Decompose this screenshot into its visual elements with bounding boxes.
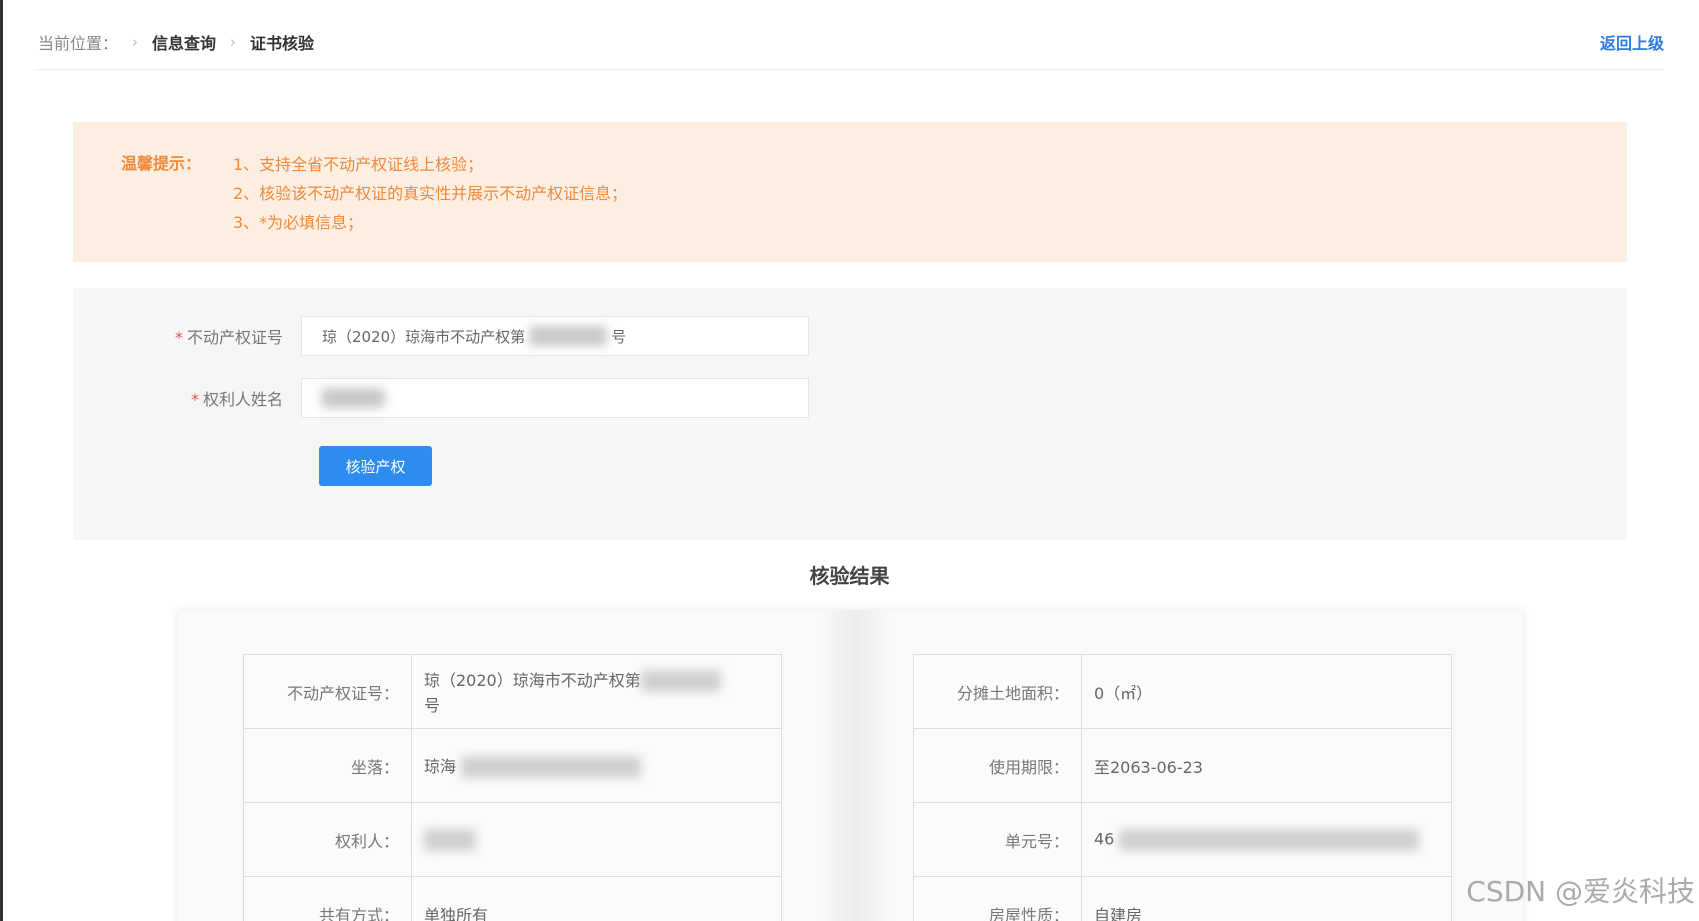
result-key: 权利人： — [243, 802, 412, 877]
cert-number-label: * 不动产权证号 — [174, 328, 283, 347]
result-value: 46 — [1081, 802, 1452, 877]
breadcrumb-item-info-query[interactable]: 信息查询 — [152, 30, 216, 54]
window-left-edge — [0, 0, 3, 921]
result-book: 不动产权证号： 琼（2020）琼海市不动产权第 号 坐落： 琼海 权利人： 共有… — [177, 610, 1523, 921]
owner-name-wrap — [301, 378, 809, 418]
result-key: 房屋性质： — [913, 876, 1082, 921]
redacted-mark — [1119, 828, 1420, 851]
chevron-right-icon: › — [132, 33, 139, 51]
breadcrumb: 当前位置： › 信息查询 › 证书核验 — [38, 30, 314, 54]
tip-line: 1、支持全省不动产权证线上核验； — [233, 155, 484, 174]
tip-line: 3、*为必填信息； — [233, 213, 364, 232]
breadcrumb-label: 当前位置： — [38, 34, 119, 53]
cert-number-input[interactable]: 琼（2020）琼海市不动产权第 号 — [301, 316, 809, 356]
cert-number-row: * 不动产权证号 琼（2020）琼海市不动产权第 号 — [73, 316, 809, 356]
result-key: 使用期限： — [913, 728, 1082, 803]
required-mark: * — [190, 390, 199, 409]
back-link[interactable]: 返回上级 — [1600, 30, 1664, 54]
result-value — [411, 802, 782, 877]
result-key: 不动产权证号： — [243, 654, 412, 729]
redacted-mark — [640, 670, 721, 693]
result-value: 琼（2020）琼海市不动产权第 号 — [411, 654, 782, 729]
redacted-mark — [321, 388, 385, 408]
redacted-mark — [461, 756, 642, 779]
tip-list: 1、支持全省不动产权证线上核验； 2、核验该不动产权证的真实性并展示不动产权证信… — [233, 150, 627, 237]
result-value: 单独所有 — [411, 876, 782, 921]
table-row: 坐落： 琼海 — [243, 728, 782, 803]
required-mark: * — [174, 328, 183, 347]
result-key: 共有方式： — [243, 876, 412, 921]
result-key: 坐落： — [243, 728, 412, 803]
table-row: 权利人： — [243, 802, 782, 877]
cert-number-wrap: 琼（2020）琼海市不动产权第 号 — [301, 316, 809, 356]
watermark: CSDN @爱炎科技 — [1466, 875, 1695, 908]
breadcrumb-bar: 当前位置： › 信息查询 › 证书核验 返回上级 — [34, 0, 1664, 70]
table-row: 使用期限： 至2063-06-23 — [913, 728, 1452, 803]
table-row: 不动产权证号： 琼（2020）琼海市不动产权第 号 — [243, 654, 782, 729]
tip-title: 温馨提示： — [121, 154, 202, 173]
result-key: 分摊土地面积： — [913, 654, 1082, 729]
owner-name-label: * 权利人姓名 — [190, 390, 283, 409]
redacted-mark — [529, 326, 608, 346]
result-value: 自建房 — [1081, 876, 1452, 921]
result-table-left: 不动产权证号： 琼（2020）琼海市不动产权第 号 坐落： 琼海 权利人： 共有… — [243, 654, 782, 921]
table-row: 分摊土地面积： 0（㎡） — [913, 654, 1452, 729]
redacted-mark — [424, 828, 476, 851]
result-table-right: 分摊土地面积： 0（㎡） 使用期限： 至2063-06-23 单元号： 46 房… — [913, 654, 1452, 921]
tip-box: 温馨提示： 1、支持全省不动产权证线上核验； 2、核验该不动产权证的真实性并展示… — [73, 122, 1627, 262]
book-spine — [817, 610, 893, 921]
result-value: 至2063-06-23 — [1081, 728, 1452, 803]
table-row: 共有方式： 单独所有 — [243, 876, 782, 921]
table-row: 房屋性质： 自建房 — [913, 876, 1452, 921]
verify-button[interactable]: 核验产权 — [319, 446, 432, 486]
result-key: 单元号： — [913, 802, 1082, 877]
verify-form: * 不动产权证号 琼（2020）琼海市不动产权第 号 * 权利人姓名 核验产权 — [73, 288, 1627, 540]
result-value: 0（㎡） — [1081, 654, 1452, 729]
owner-name-row: * 权利人姓名 — [73, 378, 809, 418]
chevron-right-icon: › — [230, 33, 237, 51]
result-title: 核验结果 — [809, 564, 890, 588]
result-value: 琼海 — [411, 728, 782, 803]
table-row: 单元号： 46 — [913, 802, 1452, 877]
tip-line: 2、核验该不动产权证的真实性并展示不动产权证信息； — [233, 184, 628, 203]
breadcrumb-item-cert-verify: 证书核验 — [250, 34, 315, 53]
